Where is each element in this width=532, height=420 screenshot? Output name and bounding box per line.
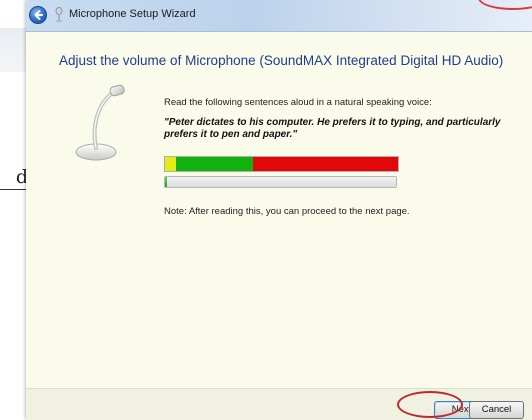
background-text-fragment: d bbox=[15, 166, 28, 188]
instruction-text: Read the following sentences aloud in a … bbox=[164, 97, 432, 108]
reading-sentence: "Peter dictates to his computer. He pref… bbox=[164, 117, 501, 140]
meter-zone-loud bbox=[253, 157, 398, 171]
note-text: Note: After reading this, you can procee… bbox=[164, 206, 410, 217]
meter-zone-ok bbox=[176, 157, 253, 171]
wizard-dialog: Microphone Setup Wizard Adjust the volum… bbox=[26, 0, 532, 420]
desk-microphone-icon bbox=[75, 84, 125, 161]
title-bar: Microphone Setup Wizard bbox=[26, 0, 532, 32]
background-window-fragment bbox=[0, 28, 26, 72]
meter-zone-low bbox=[165, 157, 176, 171]
progress-fill bbox=[165, 177, 168, 187]
highlight-annotation-circle bbox=[397, 391, 463, 418]
background-underline bbox=[0, 189, 26, 190]
volume-level-meter bbox=[164, 156, 399, 172]
back-arrow-icon[interactable] bbox=[29, 6, 47, 24]
input-level-progress bbox=[164, 176, 397, 188]
page-heading: Adjust the volume of Microphone (SoundMA… bbox=[59, 53, 504, 68]
window-title: Microphone Setup Wizard bbox=[69, 8, 196, 20]
microphone-icon bbox=[55, 7, 63, 23]
cancel-button[interactable]: Cancel bbox=[469, 401, 524, 419]
